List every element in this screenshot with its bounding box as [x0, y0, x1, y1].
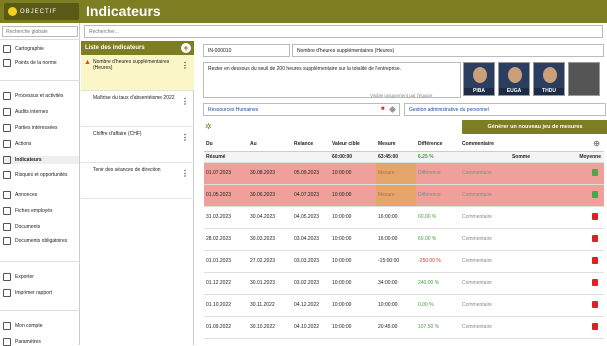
add-indicator-button[interactable]: +	[181, 43, 191, 53]
sidebar-item-processus[interactable]: Processus et activités	[3, 92, 79, 100]
megaphone-icon	[3, 191, 11, 199]
divider	[0, 39, 80, 40]
more-menu-icon[interactable]: ⋮	[181, 98, 189, 106]
unlock-icon[interactable]	[592, 190, 598, 198]
warning-icon: ▲	[84, 59, 91, 66]
lock-icon[interactable]	[592, 256, 598, 264]
process-icon	[3, 92, 11, 100]
lock-icon[interactable]	[592, 212, 598, 220]
add-user-button[interactable]	[568, 62, 600, 96]
avatar[interactable]: EUGA	[498, 62, 530, 96]
remove-icon[interactable]: ✖	[381, 106, 385, 112]
edit-icon[interactable]	[388, 105, 397, 114]
risk-icon	[3, 171, 11, 179]
map-icon	[3, 45, 11, 53]
visible-team-label: Visible uniquement par l'équipe	[370, 93, 433, 98]
indicator-name-field[interactable]: Nombre d'heures supplémentaires (Heures)	[292, 44, 604, 57]
sidebar-item-documents[interactable]: Documents	[3, 223, 79, 231]
action-icon	[3, 140, 11, 148]
indicator-list-panel: Liste des indicateurs + ▲ Nombre d'heures …	[81, 41, 194, 345]
list-item[interactable]: Maîtrise du taux d'absentéisme 2022 ⋮	[81, 91, 194, 127]
print-icon	[3, 289, 11, 297]
unlock-icon[interactable]	[592, 168, 598, 176]
sidebar: Cartographie Points de la norme Processu…	[0, 23, 80, 346]
divider	[0, 310, 80, 311]
column-header: Relance	[292, 137, 330, 152]
summary-row: Résumé 60:00:00 63:45:00 6.25 % Somme Mo…	[204, 151, 604, 163]
more-menu-icon[interactable]: ⋮	[181, 62, 189, 70]
more-menu-icon[interactable]: ⋮	[181, 134, 189, 142]
table-row[interactable]: 01.07.2023 30.08.2023 05.09.2023 10:00:00 Me…	[204, 162, 604, 185]
divider	[0, 80, 80, 81]
account-icon	[3, 322, 11, 330]
export-icon	[3, 273, 11, 281]
app-logo[interactable]: OBJECTIF	[4, 3, 79, 20]
sidebar-item-points-norme[interactable]: Points de la norme	[3, 59, 79, 67]
table-row[interactable]: 01.01.2023 27.02.2023 03.03.2023 10:00:00 -1…	[204, 250, 604, 273]
divider	[0, 261, 80, 262]
table-row[interactable]: 01.05.2023 30.06.2023 04.07.2023 10:00:00 Me…	[204, 184, 604, 207]
measures-table: Du Au Relance Valeur cible Mesure Différ…	[204, 137, 604, 339]
global-search-input[interactable]	[2, 26, 78, 37]
indicator-code-field[interactable]: IN-000010	[203, 44, 290, 57]
top-bar: OBJECTIF Indicateurs	[0, 0, 607, 23]
column-header: Mesure	[376, 137, 416, 152]
generate-measures-button[interactable]: Générer un nouveau jeu de mesures	[462, 120, 607, 134]
search-input[interactable]	[84, 25, 603, 38]
column-header: Commentaire	[460, 137, 530, 152]
process-field[interactable]: Gestion administrative du personnel	[404, 103, 606, 116]
people-icon	[3, 124, 11, 132]
avatar[interactable]: PIBA	[463, 62, 495, 96]
list-item[interactable]: ▲ Nombre d'heures supplémentaires (Heures…	[81, 55, 194, 91]
indicator-detail: IN-000010 Nombre d'heures supplémentaire…	[200, 41, 607, 345]
more-menu-icon[interactable]: ⋮	[181, 170, 189, 178]
chart-icon	[3, 156, 11, 164]
sidebar-item-fiches[interactable]: Fiches employés	[3, 207, 79, 215]
list-item[interactable]: Chiffre d'affaire (CHF) ⋮	[81, 127, 194, 163]
sidebar-item-actions[interactable]: Actions	[3, 140, 79, 148]
column-header: Au	[248, 137, 292, 152]
table-row[interactable]: 31.03.2023 30.04.2023 04.05.2023 10:00:00 16…	[204, 206, 604, 229]
sidebar-item-risques[interactable]: Risques et opportunités	[3, 171, 79, 179]
responsible-field[interactable]: Ressources Humaines ✖	[203, 103, 400, 116]
document-icon	[3, 223, 11, 231]
sidebar-item-parties[interactable]: Parties intéressées	[3, 124, 79, 132]
assigned-users: PIBA EUGA THDU	[463, 62, 600, 96]
column-header: ⊕	[530, 137, 604, 152]
lock-icon[interactable]	[592, 278, 598, 286]
sidebar-item-documents-obligatoires[interactable]: Documents obligatoires	[3, 237, 79, 245]
page-title: Indicateurs	[86, 3, 161, 19]
indicator-list-header: Liste des indicateurs +	[81, 41, 194, 55]
column-header: Différence	[416, 137, 460, 152]
sidebar-item-imprimer[interactable]: Imprimer rapport	[3, 289, 79, 297]
lock-icon[interactable]	[592, 300, 598, 308]
lock-icon[interactable]	[592, 322, 598, 330]
average-label: Moyenne	[530, 151, 604, 163]
sidebar-item-indicateurs[interactable]: Indicateurs	[3, 156, 79, 164]
sidebar-item-exporter[interactable]: Exporter	[3, 273, 79, 281]
document-required-icon	[3, 237, 11, 245]
audit-icon	[3, 108, 11, 116]
table-row[interactable]: 01.12.2022 30.01.2023 03.02.2023 10:00:00 34…	[204, 272, 604, 295]
lock-icon[interactable]	[592, 234, 598, 242]
sidebar-item-annonces[interactable]: Annonces	[3, 191, 79, 199]
table-row[interactable]: 01.09.2022 30.10.2022 04.10.2022 10:00:00 20…	[204, 316, 604, 339]
list-item[interactable]: Tenir des séances de direction ⋮	[81, 163, 194, 199]
gear-icon[interactable]: ✲	[205, 122, 212, 131]
table-row[interactable]: 01.10.2022 30.11.2022 04.12.2022 10:00:00 10…	[204, 294, 604, 317]
add-measure-icon[interactable]: ⊕	[593, 139, 600, 148]
sum-label: Somme	[460, 151, 530, 163]
sidebar-item-mon-compte[interactable]: Mon compte	[3, 322, 79, 330]
avatar[interactable]: THDU	[533, 62, 565, 96]
employee-icon	[3, 207, 11, 215]
table-row[interactable]: 28.02.2023 30.03.2023 03.04.2023 10:00:00 16…	[204, 228, 604, 251]
sidebar-item-cartographie[interactable]: Cartographie	[3, 45, 79, 53]
column-header: Valeur cible	[330, 137, 376, 152]
sidebar-item-audits[interactable]: Audits internes	[3, 108, 79, 116]
column-header: Du	[204, 137, 248, 152]
list-icon	[3, 59, 11, 67]
